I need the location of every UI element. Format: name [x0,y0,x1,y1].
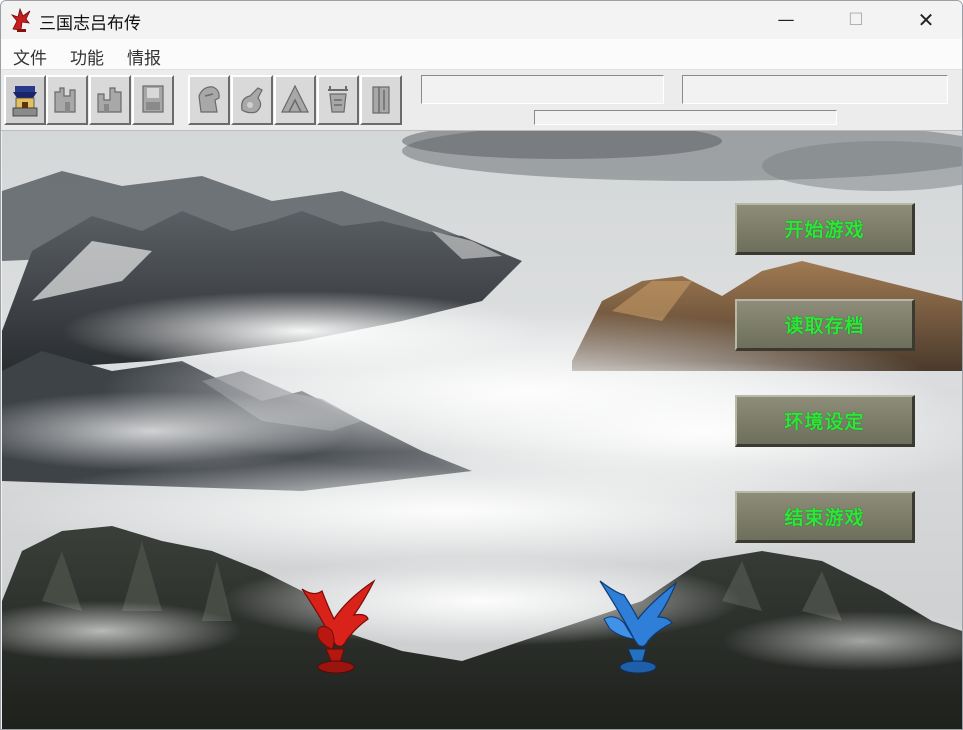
maximize-icon: ☐ [848,10,864,30]
toolbar-castle-button[interactable] [4,75,46,125]
toolbar-save-button[interactable] [132,75,174,125]
fortress-left-icon [54,87,76,113]
game-window: 三国志吕布传 — ☐ ✕ 文件 功能 情报 开始游戏 读取存档 环境设定 结束游… [0,0,963,730]
toolbar-horse-button[interactable] [231,75,273,125]
quit-game-button[interactable]: 结束游戏 [735,491,915,543]
load-save-button[interactable]: 读取存档 [735,299,915,351]
blue-bird-statue-icon[interactable] [594,579,684,679]
save-disk-icon [142,85,164,113]
horse-icon [241,87,263,114]
title-bar[interactable]: 三国志吕布传 — ☐ ✕ [1,1,962,39]
toolbar-fortress-left-button[interactable] [46,75,88,125]
menu-function[interactable]: 功能 [70,44,104,69]
castle-icon [12,86,38,117]
toolbar-general-button[interactable] [317,75,359,125]
status-field-left [421,75,664,104]
game-scene: 开始游戏 读取存档 环境设定 结束游戏 [2,131,962,729]
toolbar-helmet-button[interactable] [188,75,230,125]
scroll-icon [372,86,390,114]
close-icon: ✕ [917,8,935,32]
minimize-icon: — [777,10,795,30]
toolbar-scroll-button[interactable] [360,75,402,125]
mountain-icon [281,84,309,113]
toolbar [1,70,962,131]
menu-file[interactable]: 文件 [13,44,47,69]
toolbar-fortress-right-button[interactable] [89,75,131,125]
red-bird-app-icon [10,7,31,32]
toolbar-mountain-button[interactable] [274,75,316,125]
status-progress-bar [534,110,837,125]
fortress-right-icon [97,87,122,113]
red-bird-statue-icon[interactable] [292,579,382,679]
window-title: 三国志吕布传 [39,14,141,34]
maximize-button[interactable]: ☐ [833,1,879,39]
menu-info[interactable]: 情报 [127,44,161,69]
minimize-button[interactable]: — [763,1,809,39]
status-field-right [682,75,948,104]
helmet-icon [198,86,220,113]
general-icon [328,86,348,113]
menu-bar: 文件 功能 情报 [1,39,962,70]
settings-button[interactable]: 环境设定 [735,395,915,447]
start-game-button[interactable]: 开始游戏 [735,203,915,255]
close-button[interactable]: ✕ [903,1,949,39]
